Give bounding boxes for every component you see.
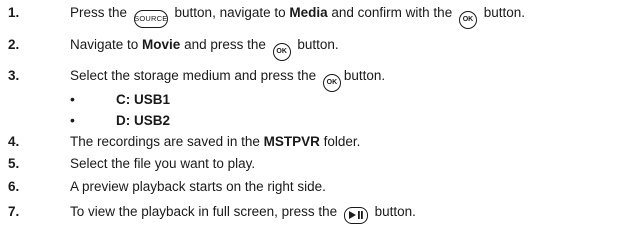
bold-term: Media	[289, 5, 328, 20]
step-4: 4. The recordings are saved in the MSTPV…	[0, 131, 636, 153]
step-7: 7. To view the playback in full screen, …	[0, 201, 636, 224]
step-6: 6. A preview playback starts on the righ…	[0, 176, 636, 198]
step-number: 5.	[8, 156, 20, 171]
step-number: 2.	[8, 37, 20, 52]
ok-button-icon: OK	[458, 10, 477, 29]
storage-option: C: USB1	[116, 92, 171, 107]
step-text: To view the playback in full screen, pre…	[70, 204, 416, 224]
step-text: A preview playback starts on the right s…	[70, 179, 326, 194]
step-3: 3. Select the storage medium and press t…	[0, 65, 636, 92]
text-run: button.	[343, 68, 386, 83]
bold-term: MSTPVR	[263, 134, 320, 149]
step-1: 1. Press the SOURCE button, navigate to …	[0, 2, 636, 29]
step-text: Select the storage medium and press the …	[70, 68, 385, 92]
step-number: 7.	[8, 204, 20, 219]
step-text: Navigate to Movie and press the OK butto…	[70, 37, 339, 61]
text-run: button.	[293, 37, 339, 52]
bullet-dot: •	[70, 91, 75, 107]
icon-label: OK	[326, 79, 338, 86]
text-run: The recordings are saved in the	[70, 134, 264, 149]
play-pause-icon	[343, 206, 368, 224]
bold-term: Movie	[142, 37, 181, 52]
storage-option: D: USB2	[116, 113, 171, 128]
step-number: 1.	[8, 5, 20, 20]
step-5: 5. Select the file you want to play.	[0, 153, 636, 175]
play-pause-glyph	[348, 211, 363, 219]
step-text: Press the SOURCE button, navigate to Med…	[70, 5, 525, 29]
list-item: • D: USB2	[70, 110, 636, 130]
step-2: 2. Navigate to Movie and press the OK bu…	[0, 34, 636, 61]
text-run: Select the storage medium and press the	[70, 68, 320, 83]
ok-button-icon: OK	[272, 42, 291, 61]
step-number: 3.	[8, 68, 20, 83]
list-item: • C: USB1	[70, 89, 636, 109]
text-run: folder.	[319, 134, 361, 149]
text-run: Press the	[70, 5, 131, 20]
text-run: button, navigate to	[170, 5, 290, 20]
icon-label: SOURCE	[134, 14, 168, 23]
step-number: 6.	[8, 179, 20, 194]
step-number: 4.	[8, 134, 20, 149]
text-run: and confirm with the	[327, 5, 456, 20]
source-button-icon: SOURCE	[133, 9, 168, 28]
text-run: and press the	[180, 37, 270, 52]
text-run: Navigate to	[70, 37, 143, 52]
text-run: To view the playback in full screen, pre…	[70, 204, 341, 219]
icon-label: OK	[276, 48, 287, 55]
text-run: button.	[370, 204, 416, 219]
step-text: The recordings are saved in the MSTPVR f…	[70, 134, 360, 149]
bullet-dot: •	[70, 112, 75, 128]
text-run: button.	[479, 5, 525, 20]
icon-label: OK	[462, 16, 474, 23]
step-text: Select the file you want to play.	[70, 156, 256, 171]
